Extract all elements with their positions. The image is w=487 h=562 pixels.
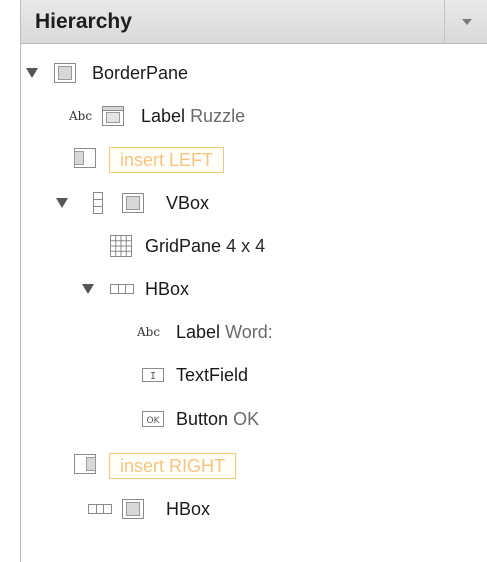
tree-item-borderpane[interactable]: BorderPane [21, 55, 487, 91]
tree-item-label: Button OK [176, 409, 260, 429]
hbox-icon [109, 271, 135, 307]
tree-item-hbox-inner[interactable]: HBox [21, 271, 487, 307]
tree-item-label: HBox [166, 499, 211, 519]
tree-item-label: VBox [166, 193, 210, 213]
label-abc-icon: Abc [69, 109, 93, 123]
button-ok-icon: OK [141, 401, 165, 437]
label-abc-icon: Abc [137, 325, 161, 339]
tree-item-label-ruzzle[interactable]: Abc Label Ruzzle [21, 98, 487, 134]
panel-title: Hierarchy [35, 10, 132, 33]
insert-right-placeholder[interactable]: insert RIGHT [109, 453, 237, 479]
hierarchy-header: Hierarchy [21, 0, 487, 44]
tree-item-label: HBox [145, 279, 190, 299]
tree-item-gridpane[interactable]: GridPane 4 x 4 [21, 228, 487, 264]
expand-arrow-icon[interactable] [81, 271, 95, 307]
tree-item-insert-left[interactable]: insert LEFT [21, 140, 487, 176]
tree-item-vbox[interactable]: VBox [21, 185, 487, 221]
tree-item-label-word[interactable]: Abc Label Word: [21, 314, 487, 350]
expand-arrow-icon[interactable] [55, 185, 69, 221]
tree-item-label: Label Word: [176, 322, 273, 342]
tree-item-label: BorderPane [92, 63, 189, 83]
insert-left-placeholder[interactable]: insert LEFT [109, 147, 225, 173]
hbox-icon [87, 491, 113, 527]
panel-menu-button[interactable] [444, 0, 487, 43]
border-pane-icon [73, 446, 97, 482]
tree-item-label: Label Ruzzle [141, 106, 246, 126]
border-pane-icon [121, 185, 145, 221]
tree-item-label: TextField [176, 365, 249, 385]
text-cursor-glyph: I [150, 371, 156, 382]
vbox-icon [91, 185, 105, 221]
border-pane-icon [101, 98, 125, 134]
tree-item-textfield[interactable]: I TextField [21, 357, 487, 393]
text-field-icon: I [141, 357, 165, 393]
tree-item-label: GridPane 4 x 4 [145, 236, 266, 256]
expand-arrow-icon[interactable] [25, 55, 39, 91]
grid-pane-icon [109, 228, 133, 264]
border-pane-icon [53, 55, 77, 91]
ok-glyph: OK [147, 416, 161, 426]
border-pane-icon [121, 491, 145, 527]
hierarchy-panel: Hierarchy BorderPane Abc Label Ruzzle in… [20, 0, 487, 562]
tree-item-hbox-outer[interactable]: HBox [21, 491, 487, 527]
tree-item-insert-right[interactable]: insert RIGHT [21, 446, 487, 482]
chevron-down-icon [461, 18, 472, 25]
border-pane-icon [73, 140, 97, 176]
tree-item-button-ok[interactable]: OK Button OK [21, 401, 487, 437]
